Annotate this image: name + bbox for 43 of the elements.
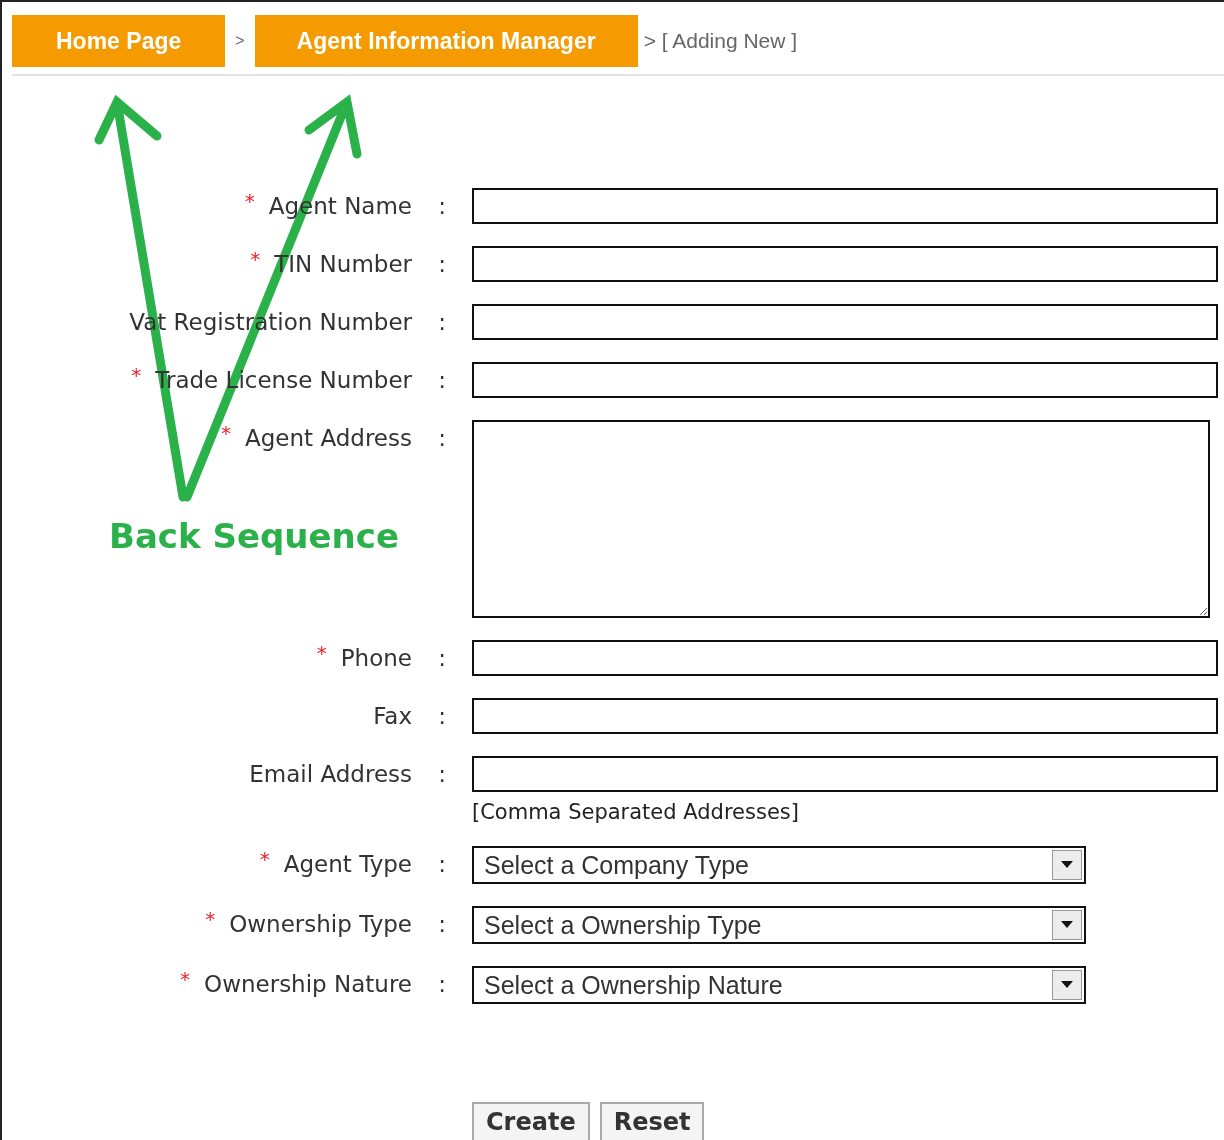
required-mark: * — [250, 247, 261, 271]
text-field[interactable] — [472, 362, 1218, 398]
colon: : — [437, 970, 447, 999]
text-field[interactable] — [472, 304, 1218, 340]
field-hint: [Comma Separated Addresses] — [472, 800, 800, 824]
select-field[interactable]: Select a Ownership Type — [472, 906, 1086, 944]
colon: : — [437, 424, 447, 453]
field-label: Email Address — [249, 761, 412, 787]
text-field[interactable] — [472, 640, 1218, 676]
text-field[interactable] — [472, 756, 1218, 792]
required-mark: * — [180, 967, 191, 991]
reset-button[interactable]: Reset — [599, 1102, 705, 1140]
breadcrumb-separator: > — [234, 32, 246, 50]
field-label: Fax — [373, 703, 412, 729]
required-mark: * — [244, 189, 255, 213]
field-label: Agent Type — [283, 851, 412, 877]
select-field[interactable]: Select a Company Type — [472, 846, 1086, 884]
colon: : — [437, 308, 447, 337]
field-label: Ownership Type — [229, 911, 412, 937]
required-mark: * — [205, 907, 216, 931]
colon: : — [437, 850, 447, 879]
colon: : — [437, 702, 447, 731]
text-field[interactable] — [472, 246, 1218, 282]
field-label: Phone — [340, 645, 412, 671]
text-field[interactable] — [472, 188, 1218, 224]
address-field[interactable] — [472, 420, 1210, 618]
field-label: Agent Address — [245, 425, 412, 451]
required-mark: * — [221, 421, 231, 445]
colon: : — [437, 910, 447, 939]
colon: : — [437, 250, 447, 279]
colon: : — [437, 760, 447, 789]
required-mark: * — [316, 641, 327, 665]
field-label: Ownership Nature — [204, 971, 412, 997]
create-button[interactable]: Create — [472, 1102, 590, 1140]
colon: : — [437, 192, 447, 221]
colon: : — [437, 366, 447, 395]
current-page: > [ Adding New ] — [643, 29, 798, 53]
annotation-text: Back Sequence — [109, 516, 400, 556]
select-field[interactable]: Select a Ownership Nature — [472, 966, 1086, 1004]
text-field[interactable] — [472, 698, 1218, 734]
required-mark: * — [131, 363, 142, 387]
colon: : — [437, 644, 447, 673]
required-mark: * — [259, 847, 270, 871]
